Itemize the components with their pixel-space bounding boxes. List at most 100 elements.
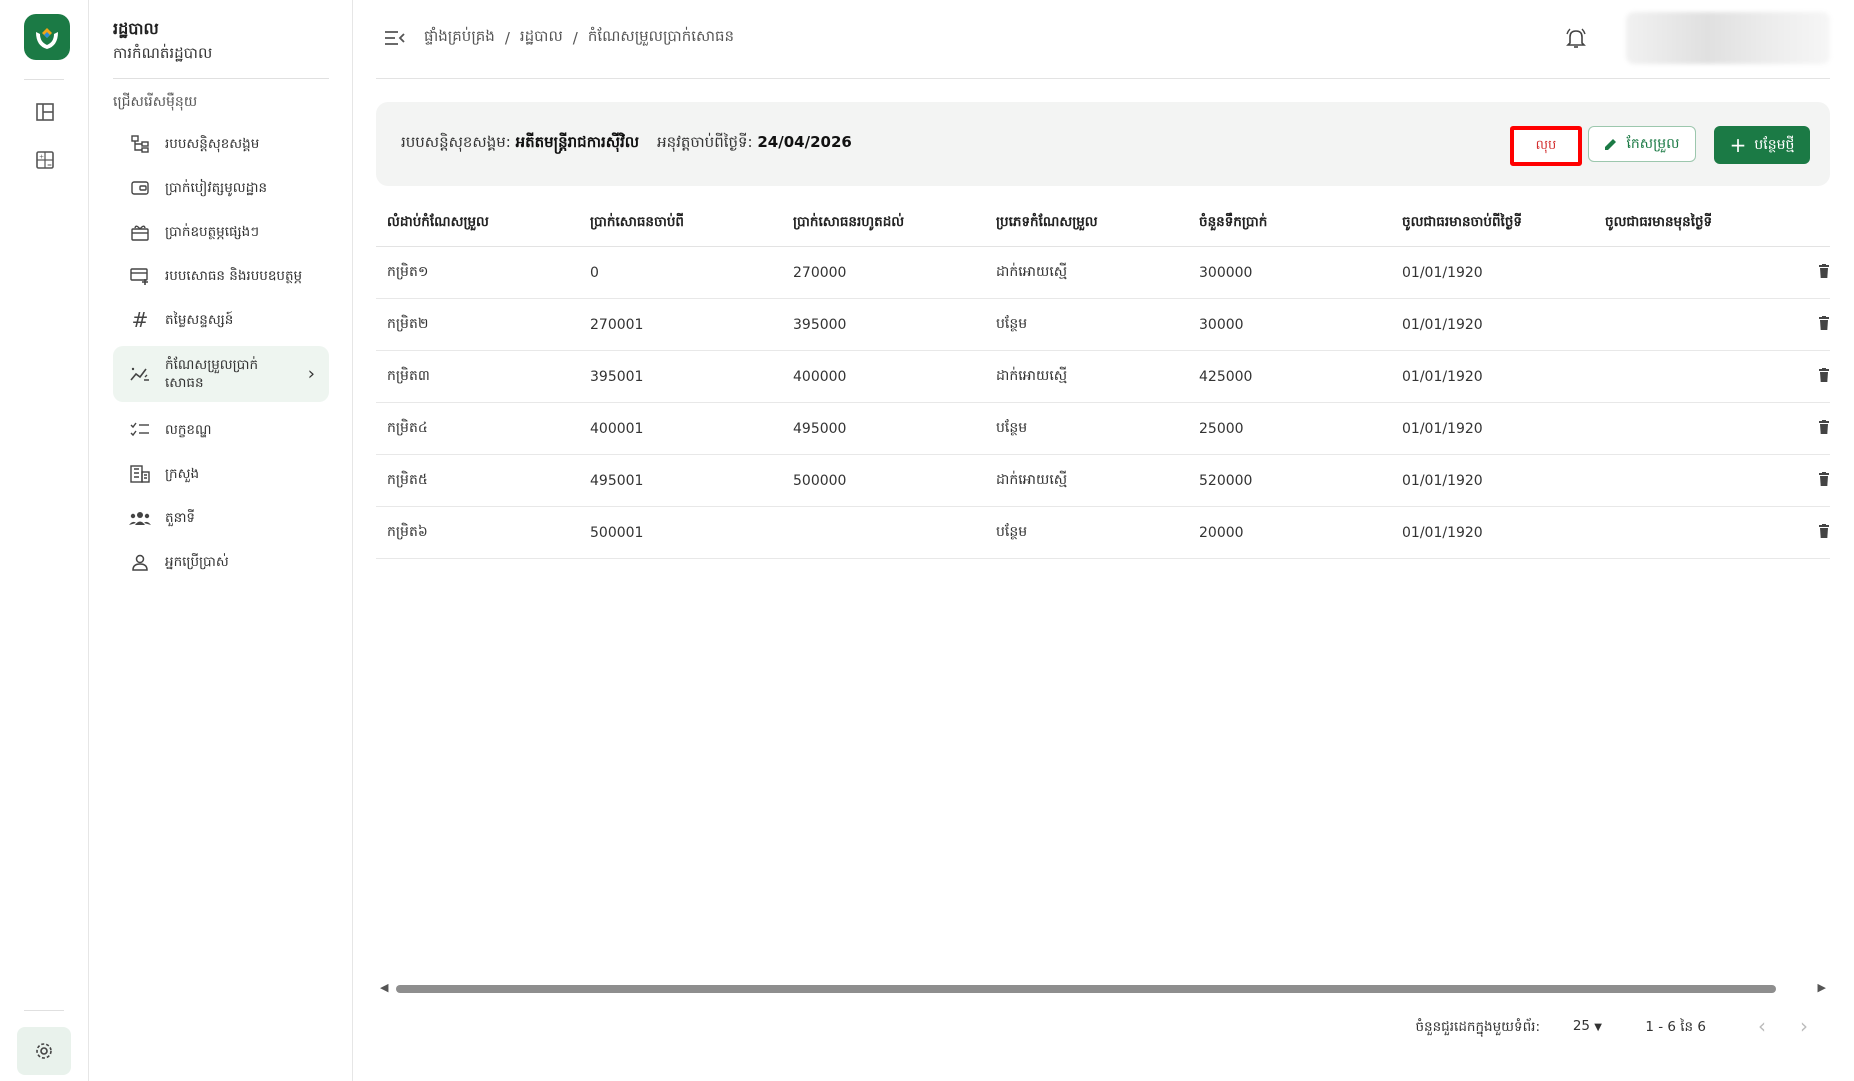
notification-bell-icon[interactable] (1564, 26, 1590, 52)
rail-divider (24, 79, 64, 80)
table-cell: 500000 (782, 454, 985, 507)
table-cell: កម្រិត១ (376, 246, 579, 299)
breadcrumb-item-dashboard[interactable]: ផ្ទាំងគ្រប់គ្រង (424, 27, 495, 49)
checklist-icon (129, 419, 151, 441)
sidebar-item-base-salary[interactable]: ប្រាក់បៀវត្សមូលដ្ឋាន (113, 166, 329, 210)
trash-icon[interactable] (1818, 419, 1830, 434)
column-header[interactable]: ប្រាក់សោធនចាប់ពី (579, 200, 782, 247)
sidebar-item-pension-adjustment[interactable]: កំណែសម្រួលប្រាក់សោធន › (113, 346, 329, 402)
table-cell: 01/01/1920 (1391, 350, 1594, 403)
card-plus-icon (129, 265, 151, 287)
table-row[interactable]: កម្រិត៥ 495001 500000 ដាក់អោយស្មើ 520000 01/0… (376, 454, 1830, 507)
rows-per-page-select[interactable]: 25 ▼ (1573, 1018, 1602, 1034)
delete-button[interactable]: លុប (1510, 126, 1582, 166)
sidebar-item-label: របបសន្តិសុខសង្គម (165, 136, 260, 152)
table-cell (1594, 246, 1797, 299)
horizontal-scrollbar[interactable]: ◀ ▶ (376, 981, 1830, 994)
trash-icon[interactable] (1818, 315, 1830, 330)
table-row[interactable]: កម្រិត២ 270001 395000 បន្ថែម 30000 01/01/1920 (376, 298, 1830, 351)
table-cell: កម្រិត៣ (376, 350, 579, 403)
table-cell: 395001 (579, 350, 782, 403)
table-row[interactable]: កម្រិត១ 0 270000 ដាក់អោយស្មើ 300000 01/01/192… (376, 246, 1830, 299)
breadcrumb-item-admin[interactable]: រដ្ឋបាល (520, 27, 563, 49)
app-logo[interactable] (24, 14, 70, 60)
sidebar: រដ្ឋបាល ការកំណត់រដ្ឋបាល ជ្រើសរើសម៉ឺនុយ រ… (89, 0, 353, 1081)
sidebar-item-allowances[interactable]: ប្រាក់ឧបត្ថម្ភផ្សេងៗ (113, 210, 329, 254)
trash-icon[interactable] (1818, 471, 1830, 486)
previous-page-icon[interactable]: ‹ (1758, 1014, 1766, 1038)
table-cell: 01/01/1920 (1391, 246, 1594, 299)
edit-button[interactable]: កែសម្រួល (1588, 126, 1696, 162)
sidebar-title: រដ្ឋបាល (113, 19, 159, 38)
sidebar-item-roles[interactable]: តួនាទី (113, 496, 329, 540)
calculator-icon[interactable]: + = (32, 147, 58, 173)
scrollbar-thumb[interactable] (396, 985, 1776, 993)
scroll-left-icon[interactable]: ◀ (380, 981, 388, 994)
column-header[interactable]: ប្រាក់សោធនរហូតដល់ (782, 200, 985, 247)
column-header[interactable]: ចំនួនទឹកប្រាក់ (1188, 200, 1391, 247)
table-cell: បន្ថែម (985, 402, 1188, 455)
table-row[interactable]: កម្រិត៦ 500001 បន្ថែម 20000 01/01/1920 (376, 506, 1830, 559)
scheme-label: របបសន្តិសុខសង្គម: (401, 133, 511, 151)
sidebar-item-label: របបសោធន និងរបបឧបត្ថម្ភ (165, 268, 303, 284)
table-row[interactable]: កម្រិត៣ 395001 400000 ដាក់អោយស្មើ 425000 01/0… (376, 350, 1830, 403)
next-page-icon[interactable]: › (1800, 1014, 1808, 1038)
table-cell: 01/01/1920 (1391, 454, 1594, 507)
gear-icon (36, 1043, 52, 1059)
settings-button[interactable] (17, 1027, 71, 1075)
add-new-button[interactable]: + បន្ថែមថ្មី (1714, 126, 1810, 164)
trash-icon[interactable] (1818, 367, 1830, 382)
scheme-info: របបសន្តិសុខសង្គម: អតីតមន្ត្រីរាជការស៊ីវិ… (401, 133, 852, 155)
app-rail: + = (0, 0, 89, 1081)
sidebar-section-label: ជ្រើសរើសម៉ឺនុយ (113, 94, 198, 110)
gift-icon (129, 221, 151, 243)
table-cell-actions (1797, 506, 1830, 559)
caret-down-icon: ▼ (1594, 1022, 1602, 1033)
table-row[interactable]: កម្រិត៤ 400001 495000 បន្ថែម 25000 01/01/1920 (376, 402, 1830, 455)
sidebar-item-social-security[interactable]: របបសន្តិសុខសង្គម (113, 122, 329, 166)
table-cell: 270001 (579, 298, 782, 351)
table-cell: 300000 (1188, 246, 1391, 299)
delete-button-label: លុប (1535, 137, 1557, 153)
trash-icon[interactable] (1818, 523, 1830, 538)
sidebar-item-index-value[interactable]: # តម្លៃសន្ទស្សន៍ (113, 298, 329, 342)
sidebar-item-users[interactable]: អ្នកប្រើប្រាស់ (113, 540, 329, 584)
trash-icon[interactable] (1818, 263, 1830, 278)
dashboard-icon[interactable] (32, 99, 58, 125)
table-header-row: លំដាប់កំណែសម្រួល ប្រាក់សោធនចាប់ពី ប្រាក់… (376, 200, 1830, 247)
user-profile-menu[interactable] (1626, 12, 1830, 64)
menu-collapse-icon[interactable] (384, 28, 406, 48)
sidebar-item-conditions[interactable]: លក្ខខណ្ឌ (113, 408, 329, 452)
column-header[interactable]: លំដាប់កំណែសម្រួល (376, 200, 579, 247)
effective-date-label: អនុវត្តចាប់ពីថ្ងៃទី: (657, 133, 753, 151)
table-cell: 395000 (782, 298, 985, 351)
column-header-actions (1797, 200, 1830, 247)
table-cell: 495001 (579, 454, 782, 507)
scroll-right-icon[interactable]: ▶ (1818, 981, 1826, 994)
table-cell: 500001 (579, 506, 782, 559)
sidebar-item-label: លក្ខខណ្ឌ (165, 422, 212, 438)
sidebar-divider (113, 78, 329, 79)
sidebar-item-label: ប្រាក់បៀវត្សមូលដ្ឋាន (165, 180, 268, 196)
table-cell: 425000 (1188, 350, 1391, 403)
edit-button-label: កែសម្រួល (1626, 135, 1680, 152)
scheme-info-bar: របបសន្តិសុខសង្គម: អតីតមន្ត្រីរាជការស៊ីវិ… (376, 102, 1830, 186)
top-bar: ផ្ទាំងគ្រប់គ្រង / រដ្ឋបាល / កំណែសម្រួលប្… (376, 0, 1830, 79)
column-header[interactable]: ចូលជាធរមានមុនថ្ងៃទី (1594, 200, 1797, 247)
table-cell: 495000 (782, 402, 985, 455)
breadcrumb-separator: / (572, 29, 578, 47)
column-header[interactable]: ប្រភេទកំណែសម្រួល (985, 200, 1188, 247)
add-new-button-label: បន្ថែមថ្មី (1754, 136, 1795, 153)
table-cell: 0 (579, 246, 782, 299)
table-cell (782, 506, 985, 559)
table-cell: 400001 (579, 402, 782, 455)
sidebar-item-pension-schemes[interactable]: របបសោធន និងរបបឧបត្ថម្ភ (113, 254, 329, 298)
sidebar-item-ministry[interactable]: ក្រសួង (113, 452, 329, 496)
table-cell (1594, 402, 1797, 455)
table-cell: កម្រិត៤ (376, 402, 579, 455)
table-cell: 30000 (1188, 298, 1391, 351)
sidebar-item-label: តួនាទី (165, 510, 195, 526)
breadcrumb: ផ្ទាំងគ្រប់គ្រង / រដ្ឋបាល / កំណែសម្រួលប្… (424, 27, 734, 49)
table-cell: ដាក់អោយស្មើ (985, 454, 1188, 507)
column-header[interactable]: ចូលជាធរមានចាប់ពីថ្ងៃទី (1391, 200, 1594, 247)
